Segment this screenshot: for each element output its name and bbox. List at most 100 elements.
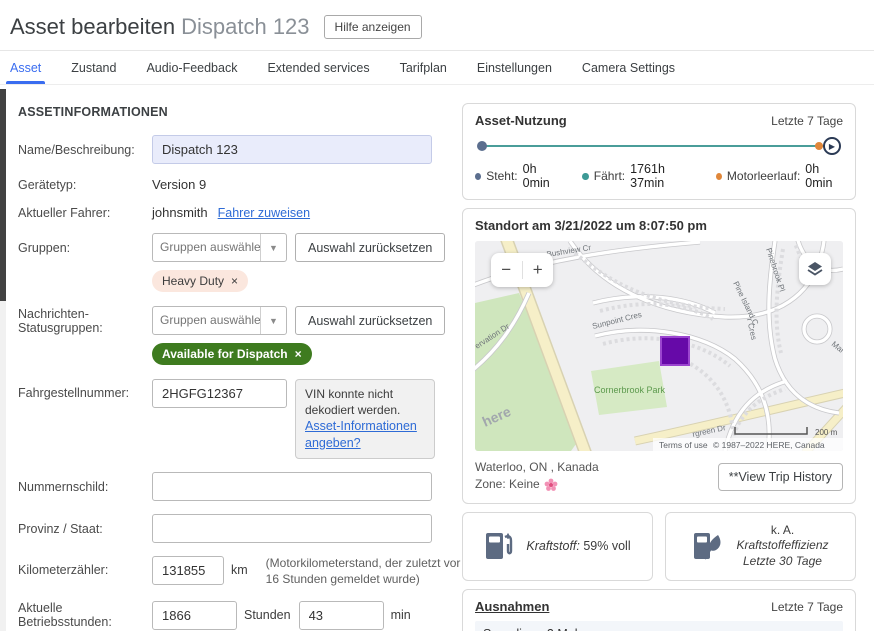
odometer-note: (Motorkilometerstand, der zuletzt vor 16… xyxy=(266,556,462,587)
message-groups-reset-button[interactable]: Auswahl zurücksetzen xyxy=(295,306,445,335)
asset-usage-title: Asset-Nutzung xyxy=(475,113,567,128)
map-terms-link[interactable]: Terms of use xyxy=(659,440,708,450)
idle-dot-icon xyxy=(716,173,722,180)
zoom-out-button[interactable]: − xyxy=(491,254,522,286)
legend-value: 1761h 37min xyxy=(630,162,696,190)
odometer-unit: km xyxy=(231,556,248,577)
groups-select[interactable]: Gruppen auswählen... ▼ xyxy=(152,233,287,262)
tab-camera-settings[interactable]: Camera Settings xyxy=(580,52,677,84)
usage-start-handle[interactable] xyxy=(477,141,487,151)
play-icon[interactable]: ▶ xyxy=(823,137,841,155)
park-label: Cornerbrook Park xyxy=(594,385,666,395)
driver-label: Aktueller Fahrer: xyxy=(18,206,152,220)
legend-label: Steht: xyxy=(486,169,517,183)
view-trip-history-button[interactable]: **View Trip History xyxy=(718,463,843,491)
tab-audio-feedback[interactable]: Audio-Feedback xyxy=(144,52,239,84)
page-title: Asset bearbeitenDispatch 123 xyxy=(10,14,310,40)
asset-usage-panel: Asset-Nutzung Letzte 7 Tage ▶ Steht: 0h … xyxy=(462,103,856,200)
form-row-vin: Fahrgestellnummer: VIN konnte nicht deko… xyxy=(18,379,462,459)
asset-usage-period: Letzte 7 Tage xyxy=(771,114,843,128)
legend-value: 0h 0min xyxy=(805,162,843,190)
legend-driving: Fährt: 1761h 37min xyxy=(582,162,696,190)
name-input[interactable] xyxy=(152,135,432,164)
usage-legend: Steht: 0h 0min Fährt: 1761h 37min Motorl… xyxy=(475,162,843,190)
fuel-level-card: Kraftstoff: 59% voll xyxy=(462,512,653,581)
form-row-groups: Gruppen: Gruppen auswählen... ▼ Auswahl … xyxy=(18,233,462,262)
form-row-odometer: Kilometerzähler: km (Motorkilometerstand… xyxy=(18,556,462,587)
province-label: Provinz / Staat: xyxy=(18,522,152,536)
vehicle-marker[interactable] xyxy=(661,337,689,365)
engine-hours-input[interactable] xyxy=(152,601,237,630)
fuel-efficiency-value: k. A. xyxy=(736,523,828,539)
message-groups-select[interactable]: Gruppen auswählen... ▼ xyxy=(152,306,287,335)
odometer-input[interactable] xyxy=(152,556,224,585)
engine-minutes-input[interactable] xyxy=(299,601,384,630)
groups-select-placeholder: Gruppen auswählen... xyxy=(153,234,260,261)
tab-tarifplan[interactable]: Tarifplan xyxy=(398,52,449,84)
zoom-in-button[interactable]: + xyxy=(523,254,554,286)
tab-extended-services[interactable]: Extended services xyxy=(265,52,371,84)
legend-stopped: Steht: 0h 0min xyxy=(475,162,562,190)
fuel-efficiency-period: Letzte 30 Tage xyxy=(736,554,828,570)
vin-input[interactable] xyxy=(152,379,287,408)
groups-reset-button[interactable]: Auswahl zurücksetzen xyxy=(295,233,445,262)
help-button[interactable]: Hilfe anzeigen xyxy=(324,15,422,39)
exceptions-header: Ausnahmen Letzte 7 Tage xyxy=(475,599,843,614)
location-city: Waterloo, ON , Kanada xyxy=(475,459,599,476)
legend-idle: Motorleerlauf: 0h 0min xyxy=(716,162,843,190)
exception-item[interactable]: Speeding - 2 Mal xyxy=(483,626,835,631)
engine-hours-label: Aktuelle Betriebsstunden: xyxy=(18,601,152,629)
zone-label: Zone: Keine xyxy=(475,476,540,493)
usage-idle-dot xyxy=(815,142,823,150)
message-groups-select-placeholder: Gruppen auswählen... xyxy=(153,307,260,334)
province-input[interactable] xyxy=(152,514,432,543)
main-content: ASSETINFORMATIONEN Name/Beschreibung: Ge… xyxy=(6,89,874,631)
tab-zustand[interactable]: Zustand xyxy=(69,52,118,84)
exceptions-period: Letzte 7 Tage xyxy=(771,600,843,614)
fuel-efficiency-icon xyxy=(692,527,724,565)
form-row-driver: Aktueller Fahrer: johnsmith Fahrer zuwei… xyxy=(18,205,462,220)
location-panel: Standort am 3/21/2022 um 8:07:50 pm xyxy=(462,208,856,504)
form-row-license-plate: Nummernschild: xyxy=(18,472,462,501)
license-plate-label: Nummernschild: xyxy=(18,480,152,494)
tab-asset[interactable]: Asset xyxy=(8,52,43,84)
asset-info-form: ASSETINFORMATIONEN Name/Beschreibung: Ge… xyxy=(6,89,462,631)
driver-value: johnsmith xyxy=(152,205,208,220)
remove-tag-icon[interactable]: × xyxy=(231,275,238,287)
license-plate-input[interactable] xyxy=(152,472,432,501)
groups-label: Gruppen: xyxy=(18,241,152,255)
status-tag-label: Available for Dispatch xyxy=(162,347,288,361)
odometer-label: Kilometerzähler: xyxy=(18,556,152,577)
flower-icon[interactable] xyxy=(544,478,558,492)
fuel-efficiency-text: k. A. Kraftstoffeffizienz Letzte 30 Tage xyxy=(736,523,828,570)
asset-usage-header: Asset-Nutzung Letzte 7 Tage xyxy=(475,113,843,128)
map-scale-label: 200 m xyxy=(815,428,838,437)
fuel-level-text: Kraftstoff: 59% voll xyxy=(526,539,630,553)
assign-driver-link[interactable]: Fahrer zuweisen xyxy=(218,206,310,220)
exceptions-title-link[interactable]: Ausnahmen xyxy=(475,599,549,614)
fuel-efficiency-card: k. A. Kraftstoffeffizienz Letzte 30 Tage xyxy=(665,512,856,581)
map[interactable]: Bushview Cr Pinebrook Pl Pine Island C S… xyxy=(475,241,843,451)
location-text: Waterloo, ON , Kanada Zone: Keine xyxy=(475,459,599,494)
remove-tag-icon[interactable]: × xyxy=(295,348,302,360)
legend-label: Motorleerlauf: xyxy=(727,169,800,183)
vin-warning-link[interactable]: Asset-Informationen angeben? xyxy=(305,419,417,450)
fuel-value: 59% voll xyxy=(583,539,630,553)
chevron-down-icon: ▼ xyxy=(260,234,286,261)
tab-einstellungen[interactable]: Einstellungen xyxy=(475,52,554,84)
fuel-efficiency-label: Kraftstoffeffizienz xyxy=(736,538,828,554)
section-title: ASSETINFORMATIONEN xyxy=(18,105,462,119)
location-title: Standort am 3/21/2022 um 8:07:50 pm xyxy=(475,218,843,233)
page-title-text: Asset bearbeiten xyxy=(10,14,175,39)
map-zoom-control: − + xyxy=(491,253,553,287)
right-column: Asset-Nutzung Letzte 7 Tage ▶ Steht: 0h … xyxy=(462,103,856,631)
map-layers-button[interactable] xyxy=(799,253,831,285)
driving-dot-icon xyxy=(582,173,588,180)
engine-hours-unit: Stunden xyxy=(244,608,291,622)
usage-timeline-track xyxy=(481,145,827,147)
chevron-down-icon: ▼ xyxy=(260,307,286,334)
form-row-device-type: Gerätetyp: Version 9 xyxy=(18,177,462,192)
form-row-message-groups: Nachrichten-Statusgruppen: Gruppen auswä… xyxy=(18,306,462,335)
engine-minutes-unit: min xyxy=(391,608,411,622)
tab-bar: Asset Zustand Audio-Feedback Extended se… xyxy=(0,51,874,85)
